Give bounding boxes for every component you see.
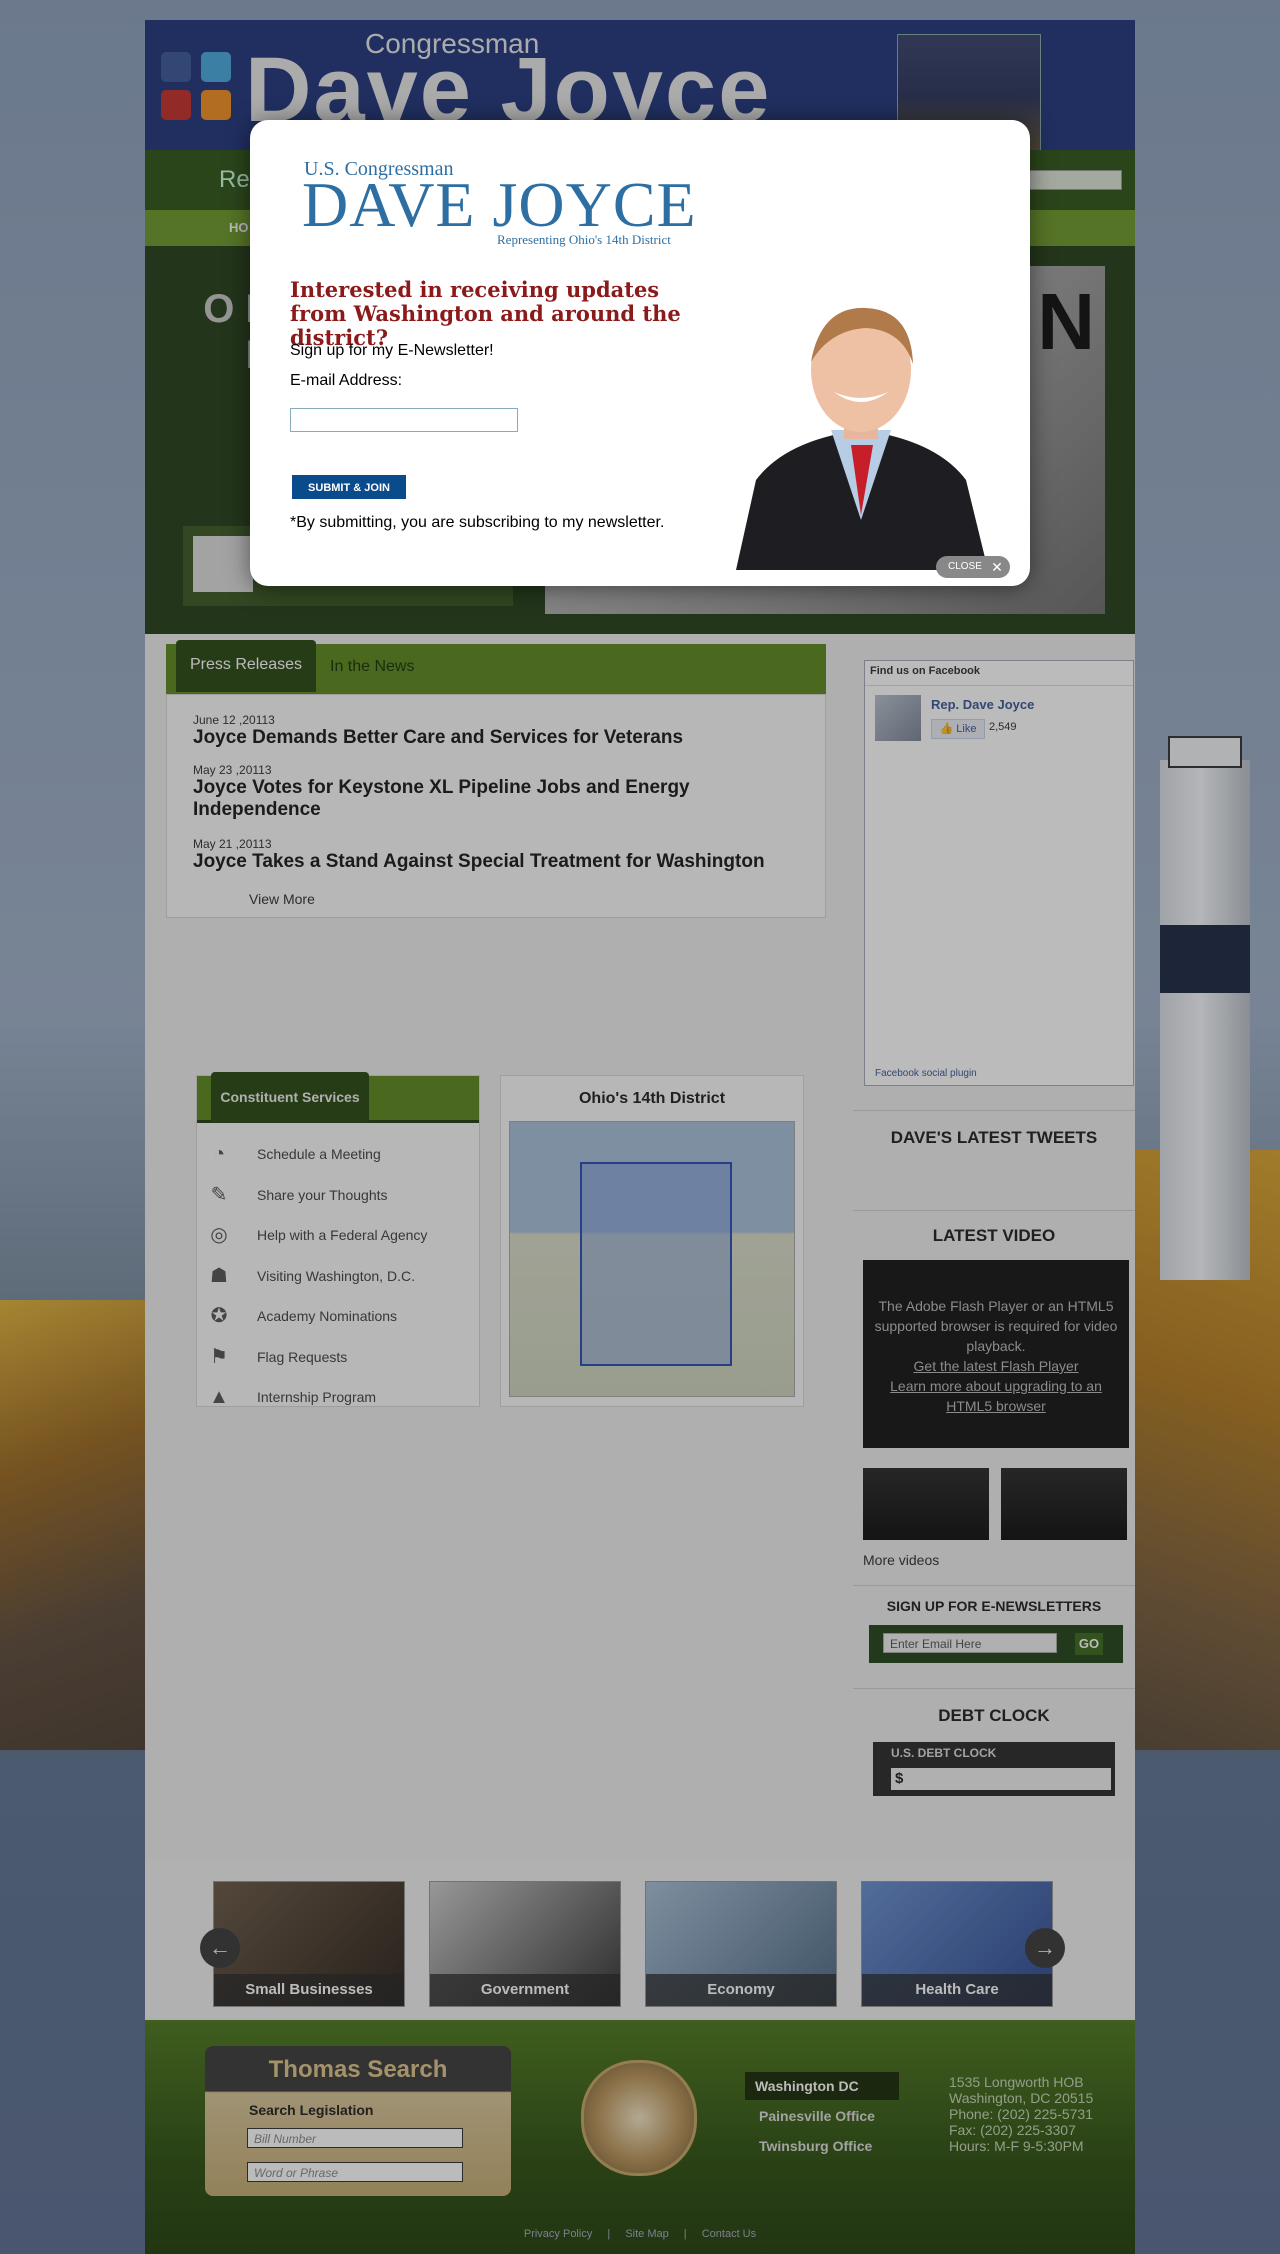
congressman-portrait [726, 280, 996, 570]
modal-signup-text: Sign up for my E-Newsletter! [290, 342, 494, 359]
modal-disclaimer: *By submitting, you are subscribing to m… [290, 514, 665, 531]
modal-close-button[interactable]: CLOSE ✕ [936, 556, 1010, 578]
submit-join-button[interactable]: SUBMIT & JOIN [292, 475, 406, 499]
modal-email-label: E-mail Address: [290, 372, 403, 389]
close-label: CLOSE [948, 561, 982, 572]
modal-email-input[interactable] [290, 408, 518, 432]
newsletter-modal: U.S. Congressman DAVE JOYCE Representing… [250, 120, 1030, 586]
close-icon: ✕ [991, 559, 1003, 575]
modal-district: Representing Ohio's 14th District [497, 232, 671, 247]
modal-name: DAVE JOYCE [302, 169, 697, 240]
modal-headline: Interested in receiving updates from Was… [290, 277, 681, 350]
